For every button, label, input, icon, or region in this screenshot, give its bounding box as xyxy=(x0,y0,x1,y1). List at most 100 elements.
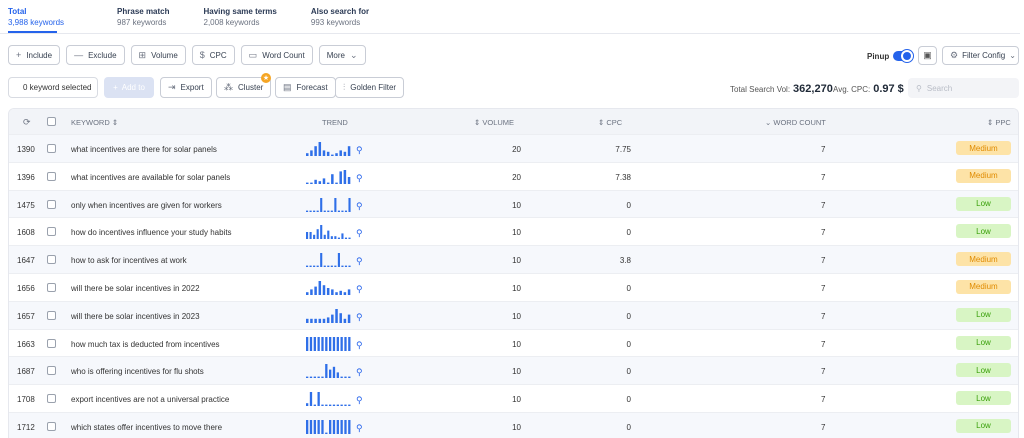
trend-bar xyxy=(337,210,340,212)
word-count-label: Word Count xyxy=(262,50,305,60)
keyword-table: ⟳ KEYWORD ⇕ TREND ⇕ VOLUME ⇕ CPC ⌄ WORD … xyxy=(8,108,1019,438)
tab-total[interactable]: Total 3,988 keywords xyxy=(8,6,64,29)
search-icon: ⚲ xyxy=(916,83,922,93)
tab-count: 993 keywords xyxy=(310,18,361,27)
col-word-count[interactable]: ⌄ WORD COUNT xyxy=(765,118,826,127)
trend-bar xyxy=(317,419,320,434)
golden-filter-button[interactable]: ⫶ Golden Filter xyxy=(335,77,405,98)
cpc-value: 0 xyxy=(626,200,631,210)
document-icon: ▤ xyxy=(283,82,292,92)
trend-bar xyxy=(343,318,347,323)
trend-search-icon[interactable]: ⚲ xyxy=(356,256,363,267)
row-checkbox[interactable] xyxy=(47,255,56,265)
row-id: 1657 xyxy=(17,311,35,321)
col-keyword[interactable]: KEYWORD ⇕ xyxy=(71,118,118,127)
row-checkbox[interactable] xyxy=(47,310,56,320)
tab-also-search-for[interactable]: Also search for 993 keywords xyxy=(311,6,369,29)
pinup-toggle[interactable] xyxy=(893,50,913,62)
ppc-badge: Low xyxy=(956,418,1011,433)
volume-filter-button[interactable]: ⊞ Volume xyxy=(130,45,186,65)
more-filters-button[interactable]: More ⌄ xyxy=(318,45,366,65)
columns-button[interactable]: ▣ xyxy=(918,46,937,65)
export-button[interactable]: ⇥ Export xyxy=(160,77,212,98)
select-all-checkbox[interactable] xyxy=(47,117,56,126)
ppc-badge: Medium xyxy=(956,279,1011,294)
col-trend: TREND xyxy=(322,118,348,127)
cpc-value: 0 xyxy=(626,311,631,321)
trend-bar xyxy=(309,392,313,407)
forecast-button[interactable]: ▤ Forecast xyxy=(275,77,336,98)
trend-bar xyxy=(310,289,313,295)
table-row[interactable]: 1647 how to ask for incentives at work ⚲ 10… xyxy=(9,245,1018,273)
trend-bar xyxy=(348,404,351,407)
table-row[interactable]: 1390 what incentives are there for solar … xyxy=(9,134,1018,162)
table-row[interactable]: 1712 which states offer incentives to mov… xyxy=(9,411,1018,438)
tab-count: 987 keywords xyxy=(117,18,167,27)
trend-bar xyxy=(321,404,324,407)
trend-bar xyxy=(344,336,347,351)
col-volume[interactable]: ⇕ VOLUME xyxy=(474,118,514,127)
keyword-text: what incentives are available for solar … xyxy=(71,172,231,182)
trend-bar xyxy=(326,317,330,323)
trend-bar xyxy=(339,150,342,156)
trend-search-icon[interactable]: ⚲ xyxy=(356,173,363,184)
row-checkbox[interactable] xyxy=(47,227,56,237)
trend-search-icon[interactable]: ⚲ xyxy=(356,367,363,378)
trend-bar xyxy=(317,392,320,407)
trend-bar xyxy=(323,210,326,212)
add-to-button[interactable]: + Add to xyxy=(104,77,154,98)
row-checkbox[interactable] xyxy=(47,171,56,181)
row-checkbox[interactable] xyxy=(47,338,56,348)
word-count-filter-button[interactable]: ▭ Word Count xyxy=(240,45,313,65)
tab-phrase-match[interactable]: Phrase match 987 keywords xyxy=(117,6,169,29)
table-row[interactable]: 1663 how much tax is deducted from incent… xyxy=(9,328,1018,357)
row-checkbox[interactable] xyxy=(47,394,56,404)
table-row[interactable]: 1708 export incentives are not a universa… xyxy=(9,384,1018,412)
trend-bar xyxy=(348,336,351,351)
trend-search-icon[interactable]: ⚲ xyxy=(356,201,363,212)
trend-bar xyxy=(321,419,324,434)
row-checkbox[interactable] xyxy=(47,421,56,431)
trend-search-icon[interactable]: ⚲ xyxy=(356,423,363,434)
trend-bar xyxy=(336,372,339,379)
trend-bar xyxy=(347,146,351,156)
table-row[interactable]: 1687 who is offering incentives for flu s… xyxy=(9,356,1018,385)
trend-bar xyxy=(341,210,344,212)
cpc-filter-button[interactable]: $ CPC xyxy=(191,45,235,65)
include-button[interactable]: + Include xyxy=(8,45,61,65)
search-input[interactable]: ⚲ Search xyxy=(908,78,1019,98)
table-row[interactable]: 1656 will there be solar incentives in 20… xyxy=(9,272,1018,301)
row-id: 1687 xyxy=(17,367,35,377)
table-row[interactable]: 1396 what incentives are available for so… xyxy=(9,161,1018,190)
trend-search-icon[interactable]: ⚲ xyxy=(356,340,363,351)
trend-search-icon[interactable]: ⚲ xyxy=(356,145,363,156)
new-badge-icon: ★ xyxy=(261,73,271,83)
row-checkbox[interactable] xyxy=(47,282,56,292)
trend-bar xyxy=(327,210,330,212)
col-cpc[interactable]: ⇕ CPC xyxy=(598,118,622,127)
trend-search-icon[interactable]: ⚲ xyxy=(356,395,363,406)
trend-bar xyxy=(326,151,330,156)
trend-bar xyxy=(330,265,333,268)
refresh-icon[interactable]: ⟳ xyxy=(23,117,31,128)
exclude-button[interactable]: — Exclude xyxy=(66,45,125,65)
trend-bar xyxy=(331,314,334,323)
trend-bar xyxy=(341,265,344,268)
col-ppc[interactable]: ⇕ PPC xyxy=(987,118,1011,127)
filter-config-button[interactable]: ⚙ Filter Config ⌄ xyxy=(942,46,1019,65)
trend-bar xyxy=(329,404,332,407)
tab-having-same-terms[interactable]: Having same terms 2,008 keywords xyxy=(204,6,277,29)
row-checkbox[interactable] xyxy=(47,199,56,209)
trend-search-icon[interactable]: ⚲ xyxy=(356,284,363,295)
row-checkbox[interactable] xyxy=(47,366,56,376)
export-icon: ⇥ xyxy=(168,82,176,92)
trend-search-icon[interactable]: ⚲ xyxy=(356,312,363,323)
row-checkbox[interactable] xyxy=(47,144,56,153)
table-row[interactable]: 1657 will there be solar incentives in 20… xyxy=(9,300,1018,329)
table-row[interactable]: 1608 how do incentives influence your stu… xyxy=(9,217,1018,245)
table-row[interactable]: 1475 only when incentives are given for w… xyxy=(9,189,1018,218)
trend-search-icon[interactable]: ⚲ xyxy=(356,228,363,239)
trend-bar xyxy=(306,318,309,323)
volume-value: 10 xyxy=(512,200,521,210)
trend-bar xyxy=(306,336,309,351)
